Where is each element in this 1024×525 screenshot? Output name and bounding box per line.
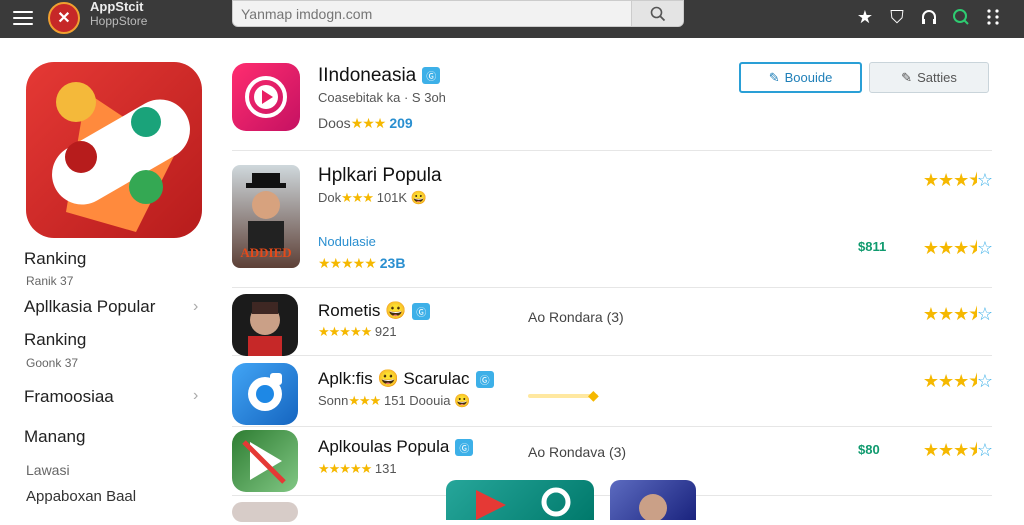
app-icon[interactable] [232,63,300,131]
app-meta: Dok★★★ 101K 😀 [318,190,427,205]
app-info: Ao Rondara (3) [528,309,624,325]
app-rating: ★★★★★ 23B [318,255,406,271]
verified-badge: Ⓖ [412,303,431,321]
search-button[interactable] [631,1,683,26]
rating-stars: ★★★⯨☆ [922,371,993,391]
sidebar-item-ranking-2[interactable]: Ranking [24,330,86,350]
app-store-logo[interactable]: ✕ [48,2,80,34]
app-title[interactable]: Aplk:fis 😀 Scarulac Ⓖ [318,369,494,389]
app-title[interactable]: IIndoneasia Ⓖ [318,65,441,87]
top-bar: ✕ AppStcit HoppStore ★ ⛉ [0,0,1024,38]
verified-badge: Ⓖ [455,439,474,457]
brand-name: AppStcit [90,0,144,14]
list-item[interactable]: ADDIED Hplkari Popula Dok★★★ 101K 😀 Nodu… [232,152,993,288]
sidebar-item-framoosiaa[interactable]: Framoosiaa [24,387,114,407]
sidebar-item-popular[interactable]: Apllkasia Popular [24,297,155,317]
search-input[interactable] [241,4,621,24]
rating-stars: ★★★⯨☆ [922,238,993,258]
app-subtitle: Nodulasie [318,234,376,249]
sidebar-item-ranking-sub: Ranik 37 [26,274,74,288]
sidebar-item-appaboxan[interactable]: Appaboxan Baal [26,488,136,505]
featured-app-card[interactable] [610,480,696,522]
app-icon[interactable]: ADDIED [232,165,300,268]
app-title[interactable]: Rometis 😀 Ⓖ [318,301,431,321]
app-icon[interactable] [232,502,298,522]
hamburger-menu-icon[interactable] [12,7,34,29]
search-bar [232,0,684,27]
shield-icon[interactable]: ⛉ [888,5,906,29]
app-icon[interactable] [232,363,298,425]
rating-stars: ★★★⯨☆ [922,304,993,324]
refresh-search-icon[interactable] [952,5,970,29]
sidebar-item-ranking-2-sub: Goonk 37 [26,356,79,370]
app-icon[interactable] [232,430,298,492]
primary-action-button[interactable]: ✎ Boouide [739,62,862,93]
chevron-right-icon: › [193,387,199,404]
secondary-action-button[interactable]: ✎ Satties [869,62,989,93]
diamond-icon: ◆ [588,387,599,403]
pin-icon: ✎ [901,69,913,85]
price: $811 [858,239,887,254]
app-info: Ao Rondava (3) [528,444,627,460]
price: $80 [858,442,880,457]
top-icons: ★ ⛉ [856,5,1002,29]
app-title[interactable]: Hplkari Popula [318,165,442,187]
headphones-icon[interactable] [920,5,938,29]
pin-icon: ✎ [768,69,780,85]
app-meta: Coasebitak ka · S 3oh [318,90,446,105]
star-icon[interactable]: ★ [856,5,874,29]
verified-badge: Ⓖ [475,371,494,389]
sidebar-item-manang[interactable]: Manang [24,427,85,447]
featured-app-icon[interactable] [26,62,202,238]
brand: AppStcit HoppStore [90,0,147,28]
app-rating: Doos★★★ 209 [318,115,413,131]
list-item[interactable]: Rometis 😀 Ⓖ ★★★★★ 921 Ao Rondara (3) ★★★⯨… [232,289,993,356]
search-icon [650,6,665,21]
app-icon[interactable] [232,294,298,356]
app-title[interactable]: Aplkoulas Popula Ⓖ [318,437,474,457]
app-rating: ★★★★★ 131 [318,461,397,476]
sidebar-item-lawasi[interactable]: Lawasi [26,462,70,478]
brand-subtitle: HoppStore [90,14,148,28]
app-rating: ★★★★★ 921 [318,324,397,339]
rating-stars: ★★★⯨☆ [922,440,993,460]
rating-stars: ★★★⯨☆ [922,170,993,190]
sidebar-item-ranking[interactable]: Ranking [24,249,86,269]
sidebar: Ranking Ranik 37 Apllkasia Popular › Ran… [0,38,222,512]
verified-badge: Ⓖ [422,67,441,85]
featured-app-card[interactable] [446,480,594,520]
svg-text:ADDIED: ADDIED [240,245,291,260]
chevron-right-icon: › [193,298,199,315]
rating-stars: ★★★ [350,115,387,131]
app-meta: Sonn★★★ 151 Doouia 😀 [318,393,471,408]
list-item[interactable]: Aplk:fis 😀 Scarulac Ⓖ Sonn★★★ 151 Doouia … [232,357,993,427]
grid-icon[interactable] [984,5,1002,29]
app-list: IIndoneasia Ⓖ Coasebitak ka · S 3oh Doos★… [222,38,1024,522]
list-item[interactable]: IIndoneasia Ⓖ Coasebitak ka · S 3oh Doos★… [232,58,992,151]
